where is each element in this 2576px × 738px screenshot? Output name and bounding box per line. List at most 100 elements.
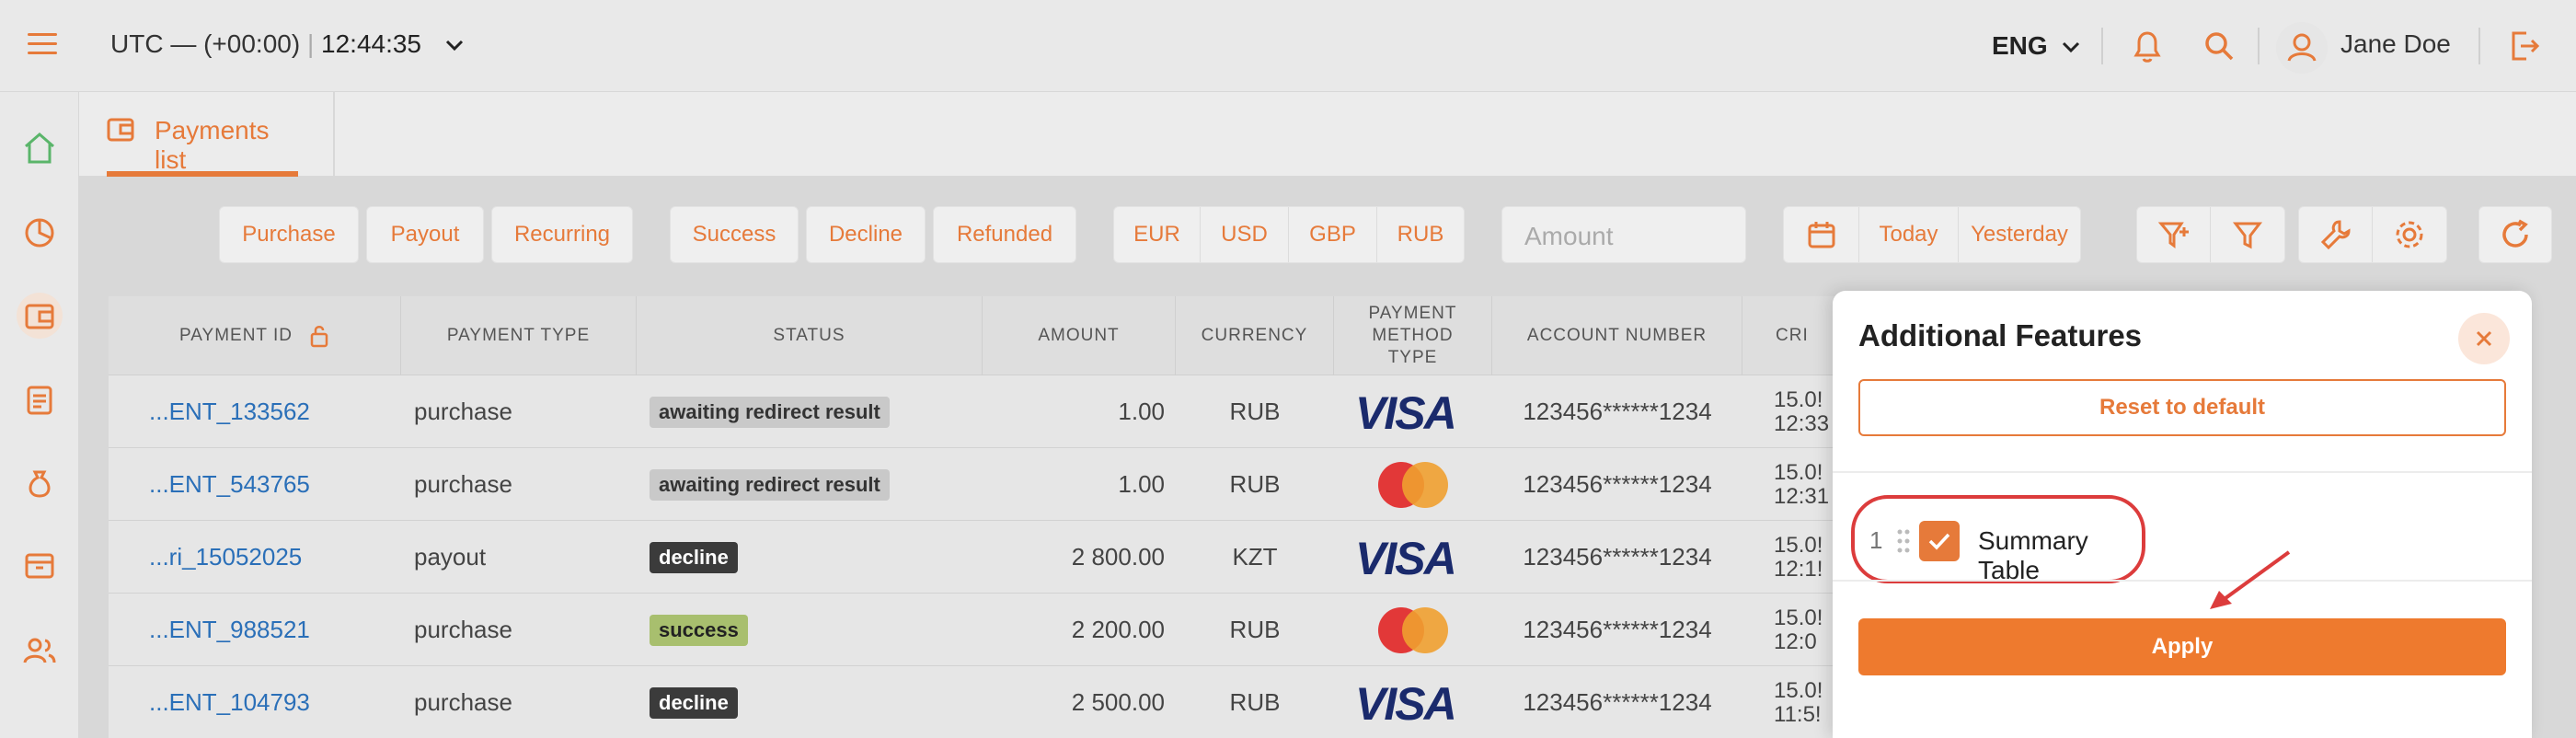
feature-checkbox[interactable] — [1919, 521, 1960, 561]
settings-buttons — [2298, 206, 2447, 263]
created-date-line: 15.0! — [1774, 677, 1823, 703]
wallet-icon[interactable] — [17, 293, 63, 339]
additional-features-panel: Additional Features Reset to default 1 S… — [1833, 291, 2532, 738]
feature-item-summary-table[interactable]: 1 Summary Table — [1851, 495, 2145, 584]
status-badge: success — [650, 614, 748, 646]
user-icon — [2287, 33, 2317, 62]
reset-to-default-button[interactable]: Reset to default — [1858, 379, 2506, 436]
lock-icon[interactable] — [309, 324, 329, 348]
column-header[interactable]: PAYMENT TYPE — [401, 296, 637, 375]
logout-icon[interactable] — [2506, 28, 2543, 64]
date-filter-group: Today Yesterday — [1783, 206, 2081, 263]
payment-type: purchase — [414, 616, 512, 643]
language-selector[interactable]: ENG — [1992, 31, 2080, 61]
filter-gbp[interactable]: GBP — [1289, 207, 1377, 262]
column-header[interactable]: PAYMENT METHOD TYPE — [1334, 296, 1492, 375]
mastercard-icon — [1334, 594, 1492, 666]
svg-text:VISA: VISA — [1355, 681, 1455, 725]
column-header[interactable]: CURRENCY — [1176, 296, 1334, 375]
filter-success[interactable]: Success — [670, 206, 799, 263]
currency: RUB — [1229, 398, 1281, 425]
payment-type: payout — [414, 543, 487, 571]
currency: RUB — [1229, 470, 1281, 498]
filter-bar: Purchase Payout Recurring Success Declin… — [79, 177, 2576, 296]
created-date: 15.0! 12:33 — [1774, 375, 1829, 448]
column-header[interactable]: CRI — [1742, 296, 1834, 375]
payment-id-link[interactable]: ...ENT_133562 — [149, 375, 310, 448]
created-time-line: 12:0 — [1774, 628, 1817, 654]
status-cell: awaiting redirect result — [650, 448, 890, 521]
calendar-icon[interactable] — [1784, 207, 1859, 262]
filter-purchase[interactable]: Purchase — [219, 206, 359, 263]
filter-payout[interactable]: Payout — [366, 206, 484, 263]
sidebar — [0, 92, 79, 738]
filter-recurring[interactable]: Recurring — [491, 206, 633, 263]
filter-plus-icon[interactable] — [2137, 207, 2211, 262]
tab-label: Payments list — [155, 116, 270, 174]
divider — [1833, 580, 2532, 582]
chevron-down-icon — [2063, 41, 2080, 53]
gear-icon[interactable] — [2373, 207, 2446, 262]
divider — [2101, 28, 2103, 64]
filter-yesterday[interactable]: Yesterday — [1959, 207, 2080, 262]
filter-rub[interactable]: RUB — [1377, 207, 1464, 262]
visa-icon: VISA — [1334, 666, 1492, 738]
wrench-icon[interactable] — [2299, 207, 2373, 262]
payment-id-link[interactable]: ...ENT_104793 — [149, 666, 310, 738]
user-name[interactable]: Jane Doe — [2340, 29, 2451, 59]
status-badge: decline — [650, 686, 738, 719]
filter-today[interactable]: Today — [1859, 207, 1959, 262]
search-icon[interactable] — [2201, 28, 2237, 64]
created-date-line: 15.0! — [1774, 532, 1823, 558]
money-bag-icon[interactable] — [17, 460, 63, 506]
payment-id-link[interactable]: ...ENT_543765 — [149, 448, 310, 521]
apply-button[interactable]: Apply — [1858, 618, 2506, 675]
divider — [2478, 28, 2480, 64]
close-icon[interactable] — [2458, 313, 2510, 364]
column-header-label: PAYMENT ID — [179, 326, 293, 345]
amount: 2 500.00 — [1071, 688, 1165, 716]
status-cell: success — [650, 594, 748, 666]
filter-refunded[interactable]: Refunded — [933, 206, 1076, 263]
users-icon[interactable] — [17, 628, 63, 674]
bell-icon[interactable] — [2131, 28, 2164, 64]
divider — [333, 92, 335, 177]
drag-handle-icon[interactable] — [1897, 528, 1910, 554]
avatar[interactable] — [2276, 22, 2328, 74]
home-icon[interactable] — [17, 125, 63, 171]
refresh-icon[interactable] — [2478, 206, 2552, 263]
visa-icon: VISA — [1334, 521, 1492, 594]
amount: 2 800.00 — [1071, 543, 1165, 571]
visa-icon: VISA — [1334, 375, 1492, 448]
account-number: 123456******1234 — [1523, 543, 1712, 571]
status-cell: awaiting redirect result — [650, 375, 890, 448]
feature-index: 1 — [1869, 526, 1883, 554]
timezone-label: UTC — (+00:00) — [110, 29, 301, 58]
timezone-selector[interactable]: UTC — (+00:00) | 12:44:35 — [110, 29, 464, 59]
column-header[interactable]: AMOUNT — [983, 296, 1176, 375]
column-header[interactable]: STATUS — [637, 296, 983, 375]
filter-decline[interactable]: Decline — [806, 206, 926, 263]
pie-chart-icon[interactable] — [17, 210, 63, 256]
tab-payments-list[interactable]: Payments list — [107, 92, 298, 177]
menu-icon[interactable] — [28, 33, 57, 57]
payment-id-link[interactable]: ...ENT_988521 — [149, 594, 310, 666]
tab-bar: Payments list — [79, 92, 2576, 177]
feature-label: Summary Table — [1978, 526, 2088, 584]
filter-usd[interactable]: USD — [1201, 207, 1289, 262]
amount-input[interactable]: Amount — [1501, 206, 1746, 263]
chevron-down-icon — [445, 33, 464, 59]
payment-id-link[interactable]: ...ri_15052025 — [149, 521, 302, 594]
filter-icon[interactable] — [2211, 207, 2284, 262]
amount: 2 200.00 — [1071, 616, 1165, 643]
arrow-icon — [2204, 548, 2296, 615]
top-bar: UTC — (+00:00) | 12:44:35 ENG Jane Doe — [0, 0, 2576, 92]
column-header[interactable]: PAYMENT ID — [109, 296, 401, 375]
document-icon[interactable] — [17, 377, 63, 423]
created-date-line: 15.0! — [1774, 605, 1823, 630]
amount: 1.00 — [1118, 398, 1165, 425]
column-header[interactable]: ACCOUNT NUMBER — [1492, 296, 1742, 375]
currency: RUB — [1229, 616, 1281, 643]
filter-eur[interactable]: EUR — [1114, 207, 1201, 262]
archive-icon[interactable] — [17, 543, 63, 589]
